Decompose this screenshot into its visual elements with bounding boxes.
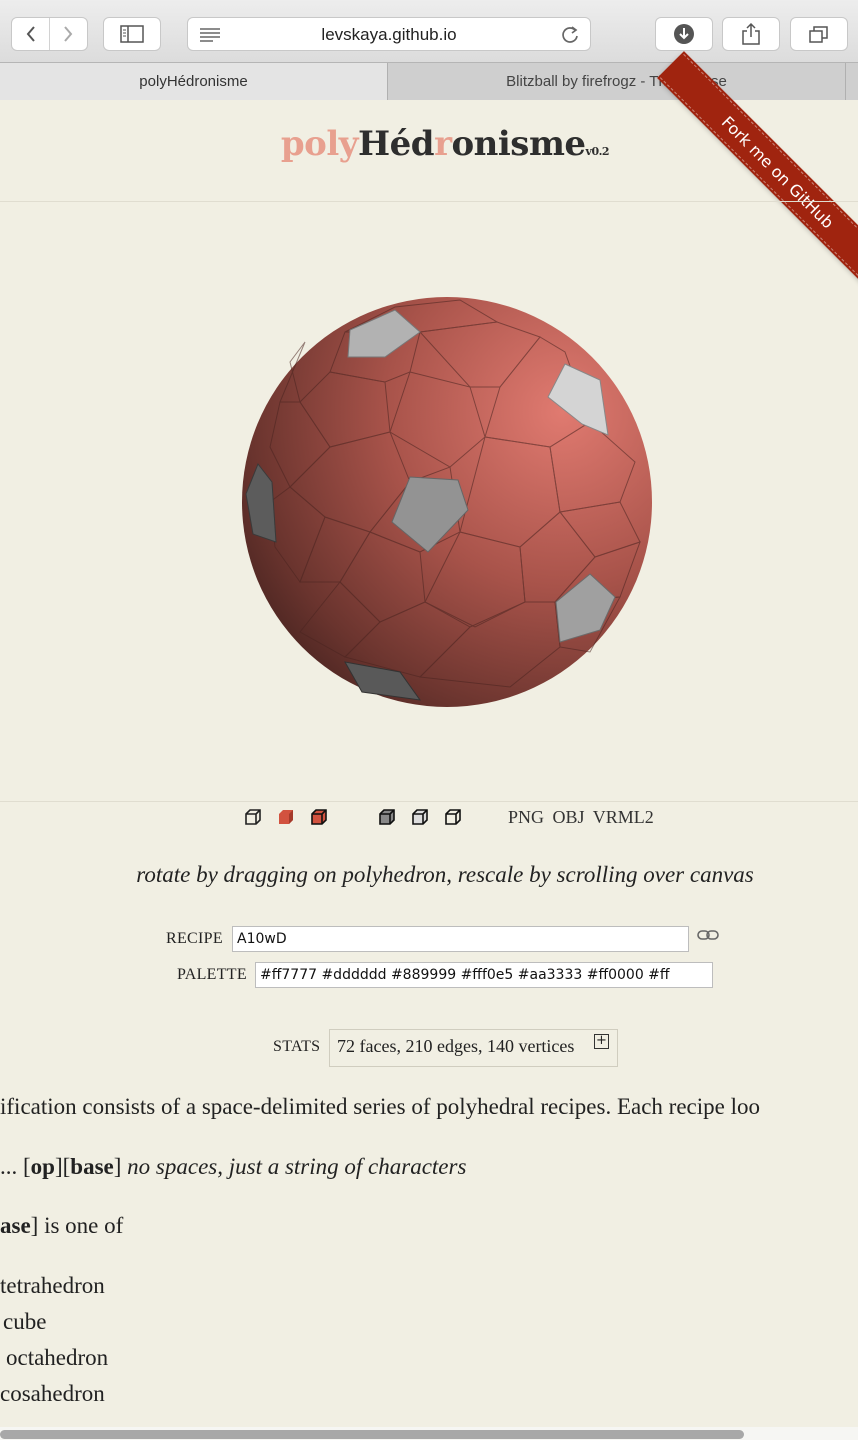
doc-op: op <box>30 1154 55 1179</box>
palette-label: PALETTE <box>177 966 247 983</box>
link-icon[interactable] <box>697 929 719 941</box>
tab-blitzball[interactable]: Blitzball by firefrogz - Thingiverse <box>388 63 846 100</box>
tab-bar: polyHédronisme Blitzball by firefrogz - … <box>0 62 858 100</box>
doc-line-3-bold: ase <box>0 1213 31 1238</box>
polyhedron-canvas[interactable] <box>0 202 858 802</box>
sidebar-button[interactable] <box>103 17 161 51</box>
outlined-red-cube-icon[interactable] <box>309 807 329 827</box>
shaded-cube-icon[interactable] <box>377 807 397 827</box>
horizontal-scrollbar[interactable] <box>0 1430 744 1439</box>
base-item-tetrahedron: tetrahedron <box>0 1273 105 1298</box>
export-obj-link[interactable]: OBJ <box>553 807 585 827</box>
chevron-left-icon <box>26 26 35 42</box>
solid-cube-icon[interactable] <box>276 807 296 827</box>
stats-label: STATS <box>273 1038 321 1055</box>
wireframe-cube-icon[interactable] <box>243 807 263 827</box>
tab-overflow[interactable] <box>846 63 858 100</box>
forward-button[interactable] <box>50 18 87 50</box>
doc-base: base <box>70 1154 114 1179</box>
history-buttons <box>11 17 88 51</box>
title-part-r: r <box>434 124 452 164</box>
recipe-input[interactable]: A10wD <box>232 926 689 952</box>
title-part-onisme: onisme <box>451 124 586 164</box>
stats-value: 72 faces, 210 edges, 140 vertices <box>337 1036 575 1056</box>
version-label: v0.2 <box>585 145 610 158</box>
base-item-icosahedron: cosahedron <box>0 1381 105 1406</box>
download-icon <box>674 24 694 44</box>
title-part-poly: poly <box>280 124 359 164</box>
address-bar[interactable]: levskaya.github.io <box>187 17 591 51</box>
export-png-link[interactable]: PNG <box>508 807 544 827</box>
recipe-label: RECIPE <box>166 930 223 947</box>
sidebar-icon <box>120 25 144 43</box>
share-icon <box>742 22 760 45</box>
reload-icon[interactable] <box>560 25 580 45</box>
expand-stats-icon[interactable]: + <box>594 1034 609 1049</box>
title-part-hed: Héd <box>358 124 435 164</box>
base-item-cube: cube <box>3 1309 47 1334</box>
tab-polyhedronisme[interactable]: polyHédronisme <box>0 63 388 100</box>
export-vrml2-link[interactable]: VRML2 <box>593 807 654 827</box>
polyhedron[interactable] <box>242 297 652 707</box>
divider-middle <box>0 801 858 802</box>
doc-line-2-prefix: ... [ <box>0 1154 31 1179</box>
export-links: PNG OBJ VRML2 <box>508 807 658 828</box>
usage-hint: rotate by dragging on polyhedron, rescal… <box>136 862 754 887</box>
doc-line-3-rest: ] is one of <box>30 1213 124 1238</box>
doc-line-2: ... [op][base] no spaces, just a string … <box>0 1154 467 1179</box>
back-button[interactable] <box>12 18 49 50</box>
base-item-octahedron: octahedron <box>6 1345 109 1370</box>
chevron-right-icon <box>64 26 73 42</box>
outline-cube-icon[interactable] <box>443 807 463 827</box>
url-text: levskaya.github.io <box>321 25 457 44</box>
flat-cube-icon[interactable] <box>410 807 430 827</box>
doc-line-3: ase] is one of <box>0 1213 123 1239</box>
downloads-button[interactable] <box>655 17 713 51</box>
doc-line-1: ification consists of a space-delimited … <box>0 1094 760 1119</box>
palette-input[interactable]: #ff7777 #dddddd #889999 #fff0e5 #aa3333 … <box>255 962 713 988</box>
view-controls: PNG OBJ VRML2 <box>0 807 858 831</box>
tabs-overview-button[interactable] <box>790 17 848 51</box>
share-button[interactable] <box>722 17 780 51</box>
tabs-icon <box>809 26 828 43</box>
doc-line-2-note: no spaces, just a string of characters <box>127 1154 467 1179</box>
browser-toolbar: levskaya.github.io <box>0 0 858 62</box>
